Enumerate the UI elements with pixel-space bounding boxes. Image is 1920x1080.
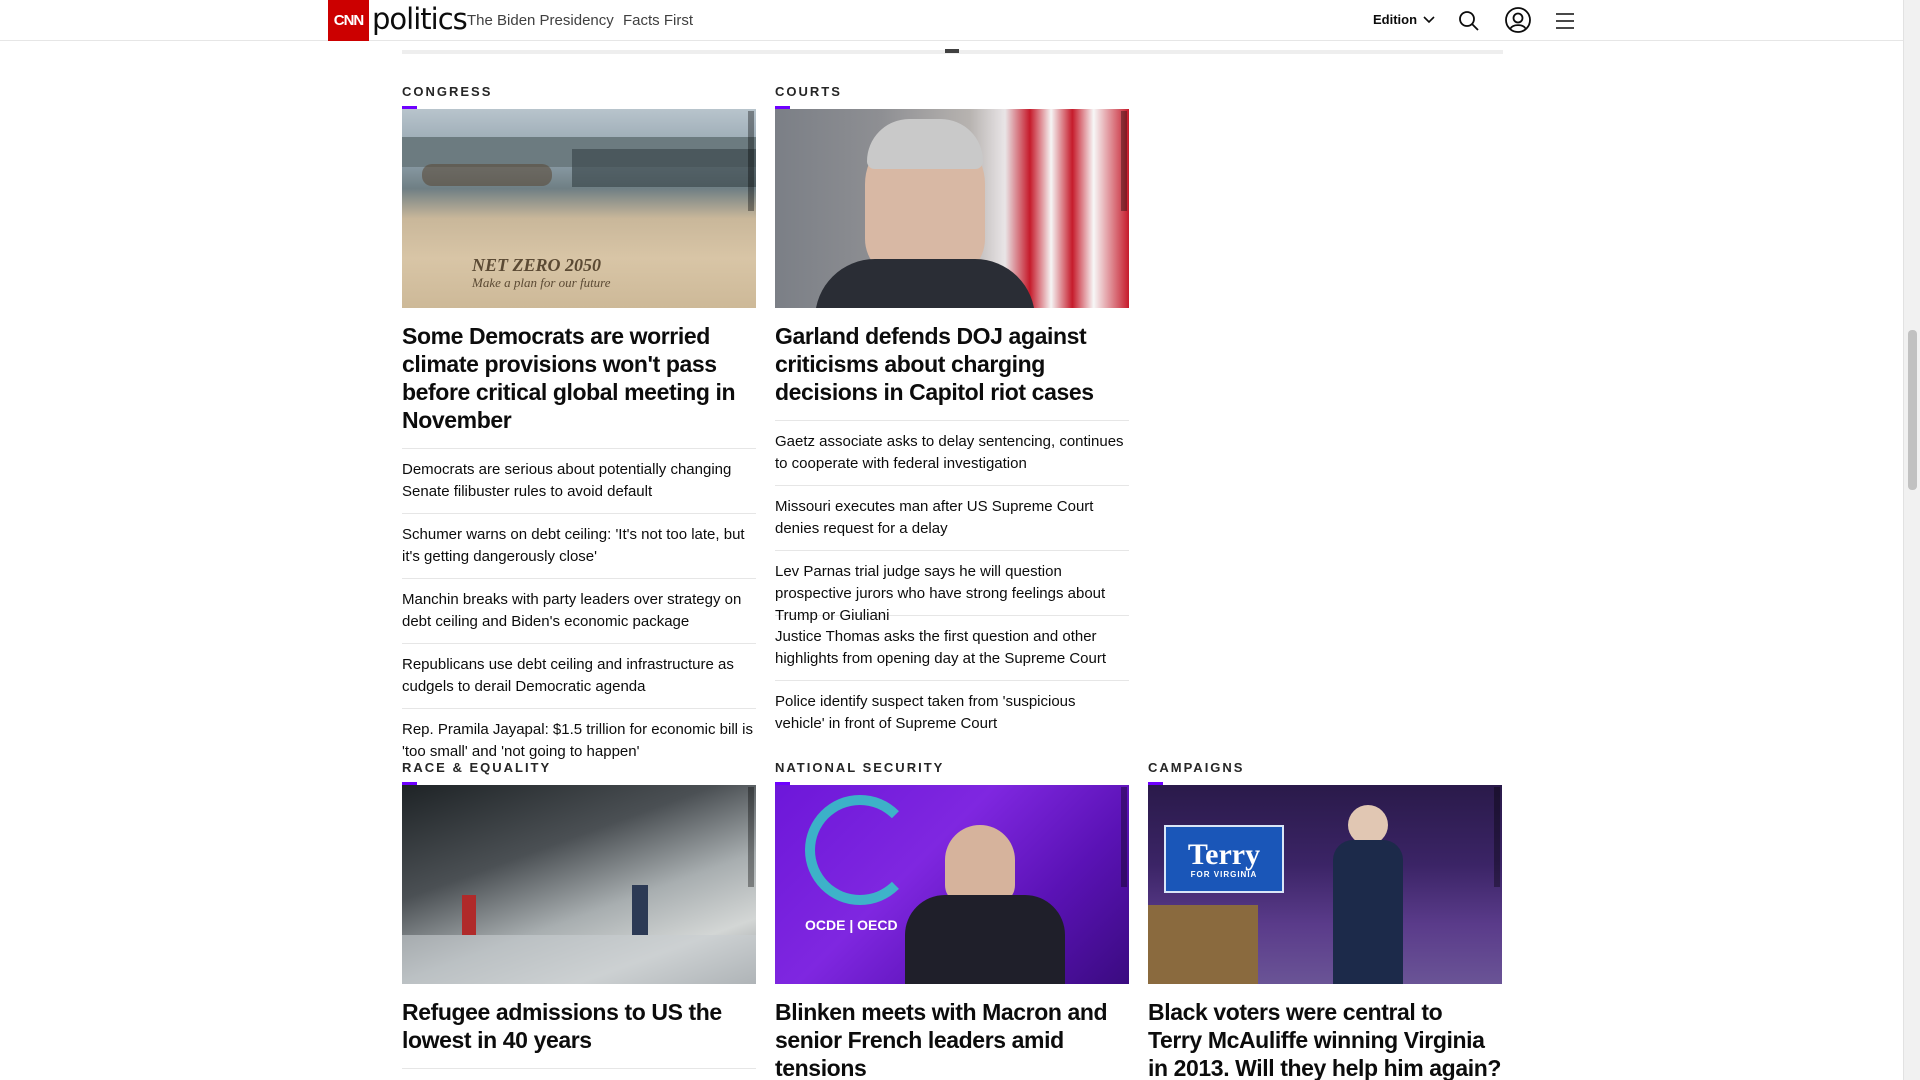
congress-lead-image[interactable]: NET ZERO 2050 Make a plan for our future [402,109,756,308]
lead-headline[interactable]: Refugee admissions to US the lowest in 4… [402,998,756,1069]
list-item[interactable]: Manchin breaks with party leaders over s… [402,579,756,644]
photo-credit [748,111,754,211]
section-label-courts[interactable]: COURTS [775,84,1129,100]
courts-lead-image[interactable] [775,109,1129,308]
photo-credit [1121,787,1127,887]
photo-credit [1494,787,1500,887]
carousel-indicator[interactable] [945,49,959,53]
race-equality-column: RACE & EQUALITY Refugee admissions to US… [402,760,756,1069]
nav-link-biden-presidency[interactable]: The Biden Presidency [467,12,614,29]
image-caption: NET ZERO 2050 [472,255,602,275]
site-header: CNN politics The Biden Presidency Facts … [0,0,1903,41]
section-label-campaigns[interactable]: CAMPAIGNS [1148,760,1502,776]
campaigns-lead-image[interactable]: Terry FOR VIRGINIA [1148,785,1502,984]
list-item[interactable]: Lev Parnas trial judge says he will ques… [775,551,1129,624]
list-item[interactable]: Justice Thomas asks the first question a… [775,616,1129,681]
image-caption: Terry [1187,837,1261,871]
list-item[interactable]: Gaetz associate asks to delay sentencing… [775,421,1129,486]
image-subcaption: FOR VIRGINIA [1190,869,1258,879]
section-label-congress[interactable]: CONGRESS [402,84,756,100]
campaigns-column: CAMPAIGNS Terry FOR VIRGINIA Black voter… [1148,760,1502,1080]
cnn-logo[interactable]: CNN [328,0,369,41]
list-item[interactable]: Missouri executes man after US Supreme C… [775,486,1129,551]
photo-credit [748,787,754,887]
lead-headline[interactable]: Some Democrats are worried climate provi… [402,322,756,449]
lead-headline[interactable]: Black voters were central to Terry McAul… [1148,998,1502,1080]
list-item[interactable]: Democrats are serious about potentially … [402,449,756,514]
image-caption: OCDE | OECD [805,917,898,933]
national-security-column: NATIONAL SECURITY OCDE | OECD Blinken me… [775,760,1129,1080]
section-title[interactable]: politics [372,2,468,36]
section-label-national-security[interactable]: NATIONAL SECURITY [775,760,1129,776]
chevron-down-icon [1423,15,1435,23]
edition-dropdown[interactable]: Edition [1373,12,1435,27]
congress-column: CONGRESS NET ZERO 2050 Make a plan for o… [402,84,756,774]
scrollbar-thumb[interactable] [1908,330,1917,490]
menu-icon[interactable] [1552,8,1578,34]
courts-column: COURTS Garland defends DOJ against criti… [775,84,1129,746]
natsec-lead-image[interactable]: OCDE | OECD [775,785,1129,984]
story-list: Gaetz associate asks to delay sentencing… [775,421,1129,746]
lead-headline[interactable]: Garland defends DOJ against criticisms a… [775,322,1129,421]
account-icon[interactable] [1504,6,1532,34]
list-item[interactable]: Republicans use debt ceiling and infrast… [402,644,756,709]
list-item[interactable]: Police identify suspect taken from 'susp… [775,681,1129,746]
search-icon[interactable] [1456,8,1482,34]
race-lead-image[interactable] [402,785,756,984]
nav-link-facts-first[interactable]: Facts First [623,12,693,29]
list-item[interactable]: Schumer warns on debt ceiling: 'It's not… [402,514,756,579]
story-list: Democrats are serious about potentially … [402,449,756,774]
page-scrollbar[interactable] [1903,0,1920,1080]
lead-headline[interactable]: Blinken meets with Macron and senior Fre… [775,998,1129,1080]
photo-credit [1121,111,1127,211]
image-subcaption: Make a plan for our future [472,275,611,290]
section-label-race-equality[interactable]: RACE & EQUALITY [402,760,756,776]
edition-label: Edition [1373,12,1418,27]
